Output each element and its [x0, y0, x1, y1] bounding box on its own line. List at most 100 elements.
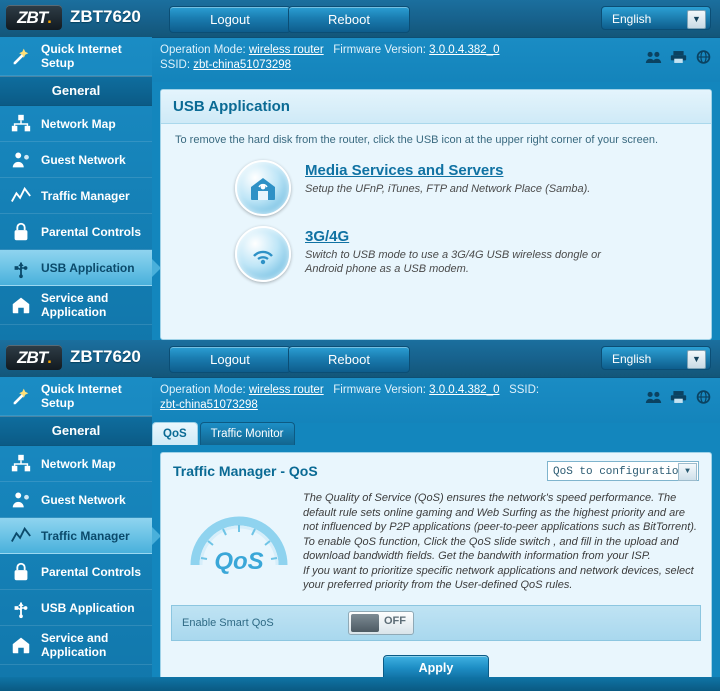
firmware-link[interactable]: 3.0.0.4.382_0	[429, 384, 499, 396]
sidebar-item-traffic-manager[interactable]: Traffic Manager	[0, 178, 152, 214]
status-icon-group	[645, 50, 712, 64]
chevron-down-icon: ▼	[687, 10, 706, 29]
globe-icon[interactable]	[695, 50, 712, 64]
traffic-manager-icon	[8, 524, 34, 548]
sidebar-item-network-map[interactable]: Network Map	[0, 106, 152, 142]
qos-description: The Quality of Service (QoS) ensures the…	[303, 492, 697, 591]
usb-application-icon	[8, 256, 34, 280]
toggle-knob	[351, 613, 379, 632]
sidebar-item-label: USB Application	[41, 260, 135, 275]
sidebar-item-service-and-application[interactable]: Service and Application	[0, 626, 152, 665]
svg-text:QoS: QoS	[214, 548, 263, 575]
sidebar-item-guest-network[interactable]: Guest Network	[0, 142, 152, 178]
parental-controls-icon	[8, 560, 34, 584]
language-selector[interactable]: English ▼	[601, 6, 711, 30]
top-bar: ZBT. ZBT7620 Logout Reboot English ▼	[0, 0, 720, 38]
sidebar-item-label: Network Map	[41, 456, 116, 471]
sidebar-item-label: Parental Controls	[41, 564, 142, 579]
sidebar-item-label: Service and Application	[41, 291, 109, 319]
ssid-link[interactable]: zbt-china51073298	[160, 399, 258, 411]
3g4g-link[interactable]: 3G/4G	[305, 228, 605, 245]
smart-qos-toggle[interactable]: OFF	[348, 610, 414, 635]
qos-select-value: QoS to configuration	[553, 466, 686, 478]
sidebar-usb: Quick Internet Setup General Network Map…	[0, 37, 161, 340]
chevron-down-icon: ▼	[687, 350, 706, 369]
guest-network-icon	[8, 148, 34, 172]
page-title: USB Application	[161, 90, 711, 124]
guest-network-icon	[8, 488, 34, 512]
router-model-label: ZBT7620	[70, 347, 141, 366]
qos-card: Traffic Manager - QoS QoS to configurati…	[160, 452, 712, 691]
tab-traffic-monitor[interactable]: Traffic Monitor	[199, 422, 295, 445]
chevron-down-icon: ▼	[678, 463, 697, 481]
sidebar-item-parental-controls[interactable]: Parental Controls	[0, 554, 152, 590]
network-map-icon	[8, 452, 34, 476]
printer-icon[interactable]	[670, 50, 687, 64]
usb-hint-text: To remove the hard disk from the router,…	[175, 134, 659, 146]
sidebar-item-usb-application[interactable]: USB Application	[0, 250, 161, 286]
logout-button[interactable]: Logout	[169, 6, 291, 33]
usb-application-card: USB Application To remove the hard disk …	[160, 89, 712, 340]
media-services-link[interactable]: Media Services and Servers	[305, 162, 590, 179]
reboot-button[interactable]: Reboot	[288, 6, 410, 33]
users-icon[interactable]	[645, 50, 662, 64]
sidebar-item-label: USB Application	[41, 600, 135, 615]
language-selector[interactable]: English ▼	[601, 346, 711, 370]
operation-mode-label: Operation Mode:	[160, 44, 246, 56]
media-server-icon	[235, 160, 291, 216]
firmware-label: Firmware Version:	[333, 384, 426, 396]
qos-configuration-select[interactable]: QoS to configuration ▼	[547, 461, 699, 481]
status-icon-group	[645, 390, 712, 404]
sidebar-item-service-and-application[interactable]: Service and Application	[0, 286, 152, 325]
sidebar-item-network-map[interactable]: Network Map	[0, 446, 152, 482]
sidebar-item-usb-application[interactable]: USB Application	[0, 590, 152, 626]
sidebar-item-label: Quick Internet Setup	[41, 382, 122, 410]
usb-application-icon	[8, 596, 34, 620]
brand-logo: ZBT.	[6, 5, 62, 30]
3g4g-desc: Switch to USB mode to use a 3G/4G USB wi…	[305, 249, 601, 275]
3g4g-icon	[235, 226, 291, 282]
operation-mode-label: Operation Mode:	[160, 384, 246, 396]
sidebar-item-parental-controls[interactable]: Parental Controls	[0, 214, 152, 250]
content-area-usb: USB Application To remove the hard disk …	[152, 81, 720, 340]
operation-mode-link[interactable]: wireless router	[249, 384, 324, 396]
traffic-manager-icon	[8, 184, 34, 208]
list-item[interactable]: Media Services and Servers Setup the UFn…	[235, 160, 697, 216]
sidebar-qos: Quick Internet Setup General Network Map…	[0, 377, 161, 691]
printer-icon[interactable]	[670, 390, 687, 404]
parental-controls-icon	[8, 220, 34, 244]
users-icon[interactable]	[645, 390, 662, 404]
sidebar-item-quick-internet-setup[interactable]: Quick Internet Setup	[0, 37, 152, 76]
smart-qos-row: Enable Smart QoS OFF	[171, 604, 701, 641]
tab-bar: QoS Traffic Monitor	[152, 422, 297, 445]
top-bar-qos: ZBT. ZBT7620 Logout Reboot English ▼	[0, 340, 720, 378]
operation-mode-link[interactable]: wireless router	[249, 44, 324, 56]
sidebar-item-label: Guest Network	[41, 492, 126, 507]
sidebar-item-label: Quick Internet Setup	[41, 42, 122, 70]
sidebar-item-quick-internet-setup[interactable]: Quick Internet Setup	[0, 377, 152, 416]
sidebar-item-guest-network[interactable]: Guest Network	[0, 482, 152, 518]
sidebar-item-traffic-manager[interactable]: Traffic Manager	[0, 518, 161, 554]
sidebar-item-label: Parental Controls	[41, 224, 142, 239]
wizard-icon	[8, 384, 34, 408]
wizard-icon	[8, 44, 34, 68]
service-application-icon	[8, 293, 34, 317]
tab-qos[interactable]: QoS	[152, 422, 198, 445]
sidebar-section-general: General	[0, 76, 152, 106]
service-application-icon	[8, 633, 34, 657]
ssid-link[interactable]: zbt-china51073298	[193, 59, 291, 71]
logout-button[interactable]: Logout	[169, 346, 291, 373]
globe-icon[interactable]	[695, 390, 712, 404]
language-value: English	[612, 352, 652, 366]
sidebar-item-label: Traffic Manager	[41, 528, 130, 543]
firmware-link[interactable]: 3.0.0.4.382_0	[429, 44, 499, 56]
content-area-qos: Traffic Manager - QoS QoS to configurati…	[152, 444, 720, 691]
list-item[interactable]: 3G/4G Switch to USB mode to use a 3G/4G …	[235, 226, 697, 282]
sidebar-item-label: Guest Network	[41, 152, 126, 167]
qos-gauge-icon: QoS	[187, 501, 291, 579]
ssid-label: SSID:	[509, 384, 540, 396]
brand-logo: ZBT.	[6, 345, 62, 370]
smart-qos-label: Enable Smart QoS	[182, 616, 274, 629]
reboot-button[interactable]: Reboot	[288, 346, 410, 373]
ssid-label: SSID:	[160, 59, 191, 71]
